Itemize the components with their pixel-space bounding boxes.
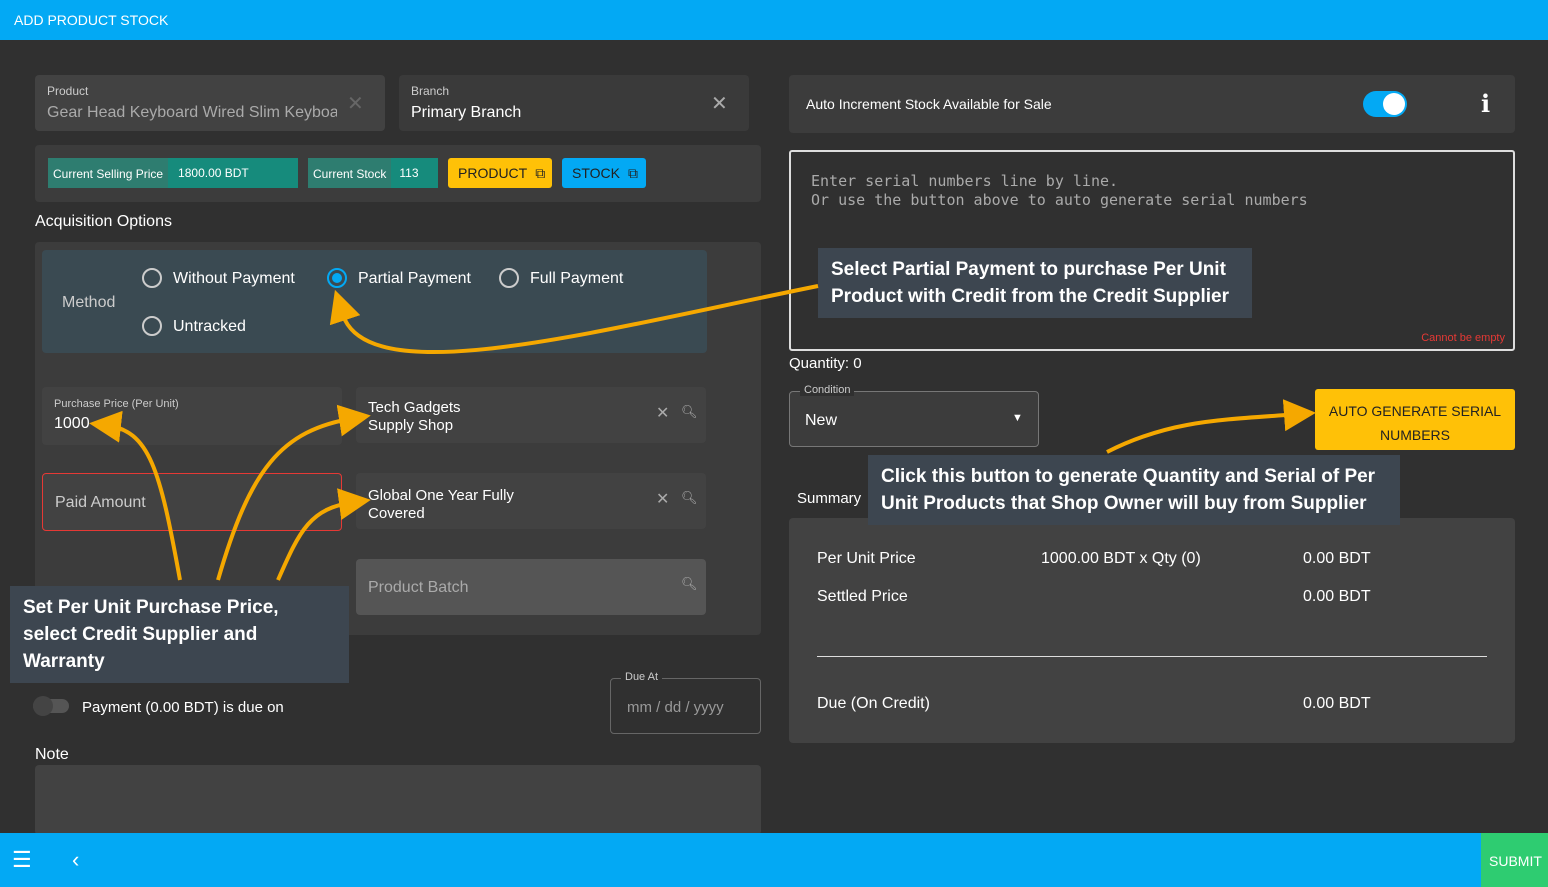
bottom-bar: ☰ ‹ SUBMIT (0, 833, 1548, 887)
arrow-warranty (276, 488, 371, 581)
menu-icon[interactable]: ☰ (12, 847, 32, 873)
back-chevron-icon[interactable]: ‹ (72, 847, 79, 873)
arrow-auto-generate (1106, 399, 1316, 454)
submit-button[interactable]: SUBMIT (1481, 833, 1548, 887)
arrow-supplier (216, 404, 371, 581)
arrow-partial-payment (329, 284, 819, 355)
arrow-purchase-price (89, 410, 182, 581)
annotation-arrows (89, 284, 1316, 581)
